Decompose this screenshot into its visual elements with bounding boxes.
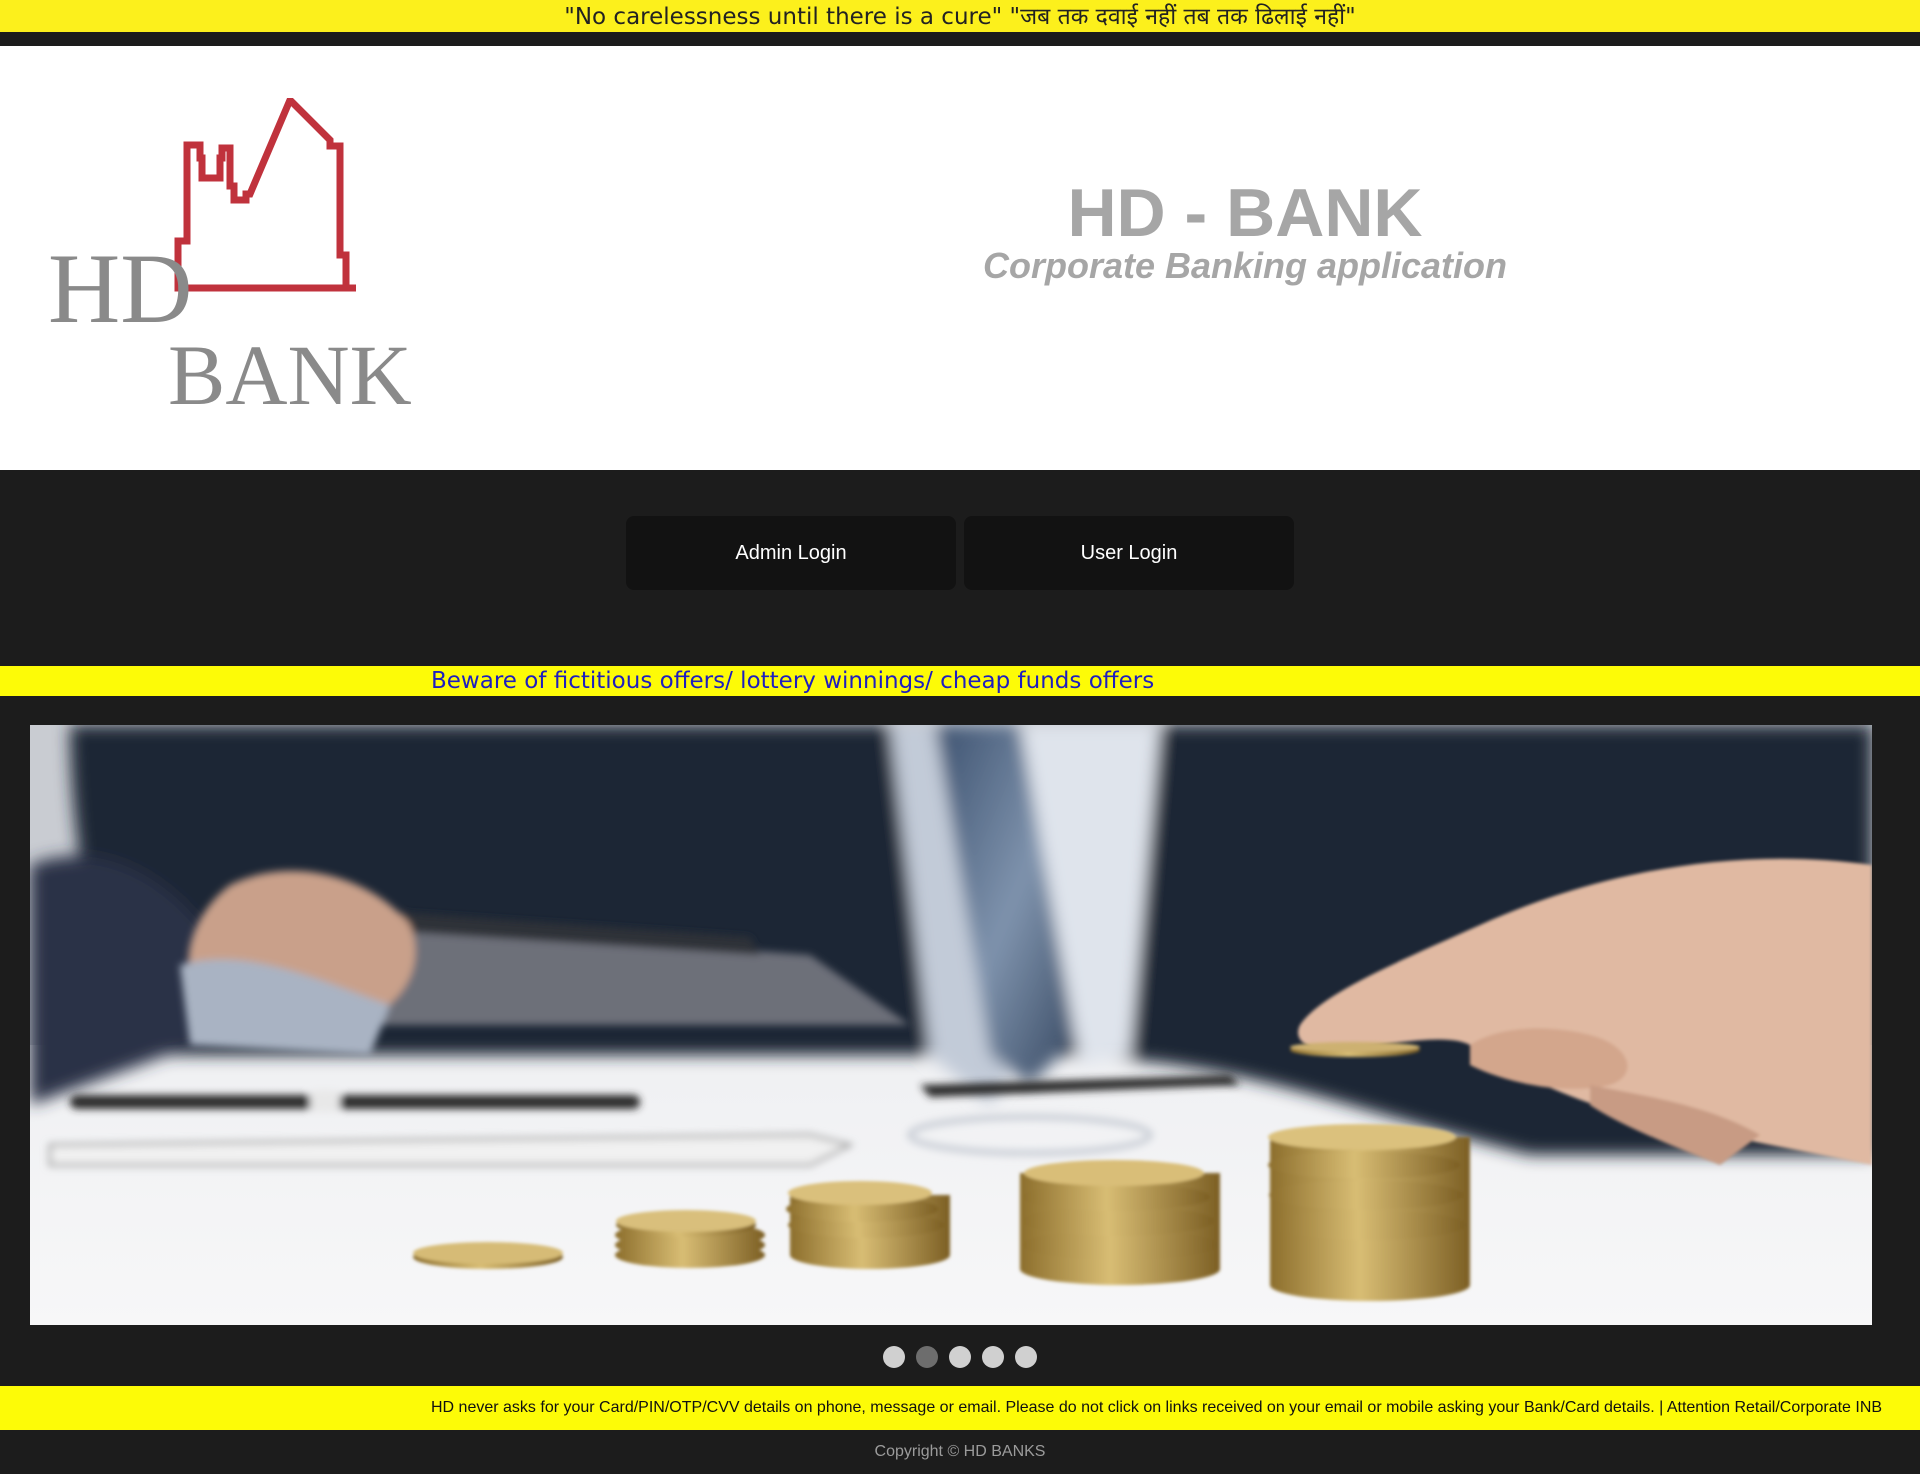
login-nav: Admin Login User Login — [0, 470, 1920, 666]
slide-image — [30, 725, 1872, 1325]
user-login-button[interactable]: User Login — [964, 516, 1294, 590]
warning-ticker: Beware of fictitious offers/ lottery win… — [0, 666, 1920, 696]
bank-logo[interactable]: HD BANK — [40, 98, 420, 468]
top-divider — [0, 32, 1920, 46]
logo-text-bank: BANK — [168, 327, 412, 423]
slider-dots — [0, 1346, 1920, 1370]
notice-ticker-text: HD never asks for your Card/PIN/OTP/CVV … — [431, 1399, 1883, 1416]
top-banner: "No carelessness until there is a cure" … — [0, 0, 1920, 32]
warning-ticker-text: Beware of fictitious offers/ lottery win… — [431, 668, 1155, 694]
slider-dot-2[interactable] — [916, 1346, 938, 1368]
slider-dot-3[interactable] — [949, 1346, 971, 1368]
notice-ticker: HD never asks for your Card/PIN/OTP/CVV … — [0, 1386, 1920, 1430]
slider-dot-5[interactable] — [1015, 1346, 1037, 1368]
admin-login-button[interactable]: Admin Login — [626, 516, 956, 590]
city-skyline-icon — [174, 98, 356, 292]
footer-copyright: Copyright © HD BANKS — [0, 1430, 1920, 1474]
slider-dot-1[interactable] — [883, 1346, 905, 1368]
page-title: HD - BANK — [1067, 175, 1423, 251]
slider-dot-4[interactable] — [982, 1346, 1004, 1368]
header: HD BANK HD - BANK Corporate Banking appl… — [0, 46, 1920, 470]
page-subtitle: Corporate Banking application — [982, 245, 1508, 286]
image-slider[interactable] — [30, 725, 1872, 1325]
